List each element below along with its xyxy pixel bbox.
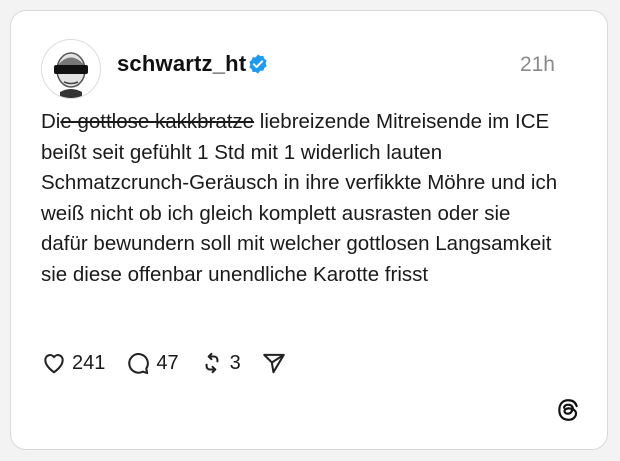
heart-icon [44,354,64,374]
reply-count: 47 [156,351,179,374]
share-button[interactable] [261,350,287,376]
verified-badge-icon [249,54,267,74]
comment-bubble-icon [128,353,150,375]
like-count: 241 [72,351,106,374]
send-icon [262,353,285,374]
avatar-image [54,52,88,98]
post-text-rest: liebreizende Mitreisende im ICE beißt se… [41,110,558,286]
post-text-strikethrough: e gottlose kakkbratze [60,110,255,133]
repost-count: 3 [229,351,241,374]
repost-icon [205,352,219,374]
avatar[interactable] [41,39,101,99]
action-bar: 241 47 3 [41,348,307,378]
repost-button[interactable]: 3 [199,350,241,376]
like-button[interactable]: 241 [41,350,105,376]
post-body: Die gottlose kakkbratze liebreizende Mit… [41,107,561,290]
reply-button[interactable]: 47 [125,350,179,376]
post-timestamp[interactable]: 21h [520,53,555,77]
threads-logo-icon[interactable] [555,397,581,423]
post-text-start: Di [41,110,61,133]
username[interactable]: schwartz_ht [117,51,246,77]
post-card: schwartz_ht 21h Die gottlose kakkbratze … [10,10,608,450]
